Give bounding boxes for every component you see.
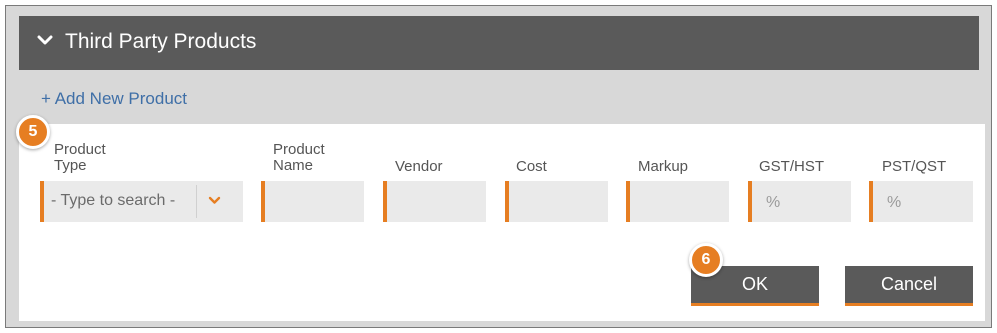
select-divider [196,185,197,218]
vendor-input[interactable] [383,181,486,222]
section-title: Third Party Products [65,30,257,53]
gst-hst-unit: % [766,194,781,211]
cancel-button[interactable]: Cancel [845,266,973,306]
section-header[interactable]: Third Party Products [19,16,979,70]
product-name-label: Product Name [273,141,325,174]
add-new-product-link[interactable]: + Add New Product [41,88,187,110]
cost-input[interactable] [505,181,608,222]
pst-qst-label: PST/QST [882,158,947,175]
new-product-form: Product Type Product Name Vendor Cost Ma… [19,124,985,321]
product-name-input[interactable] [261,181,364,222]
third-party-products-section: Third Party Products + Add New Product P… [5,5,992,328]
product-type-label: Product Type [54,141,106,174]
chevron-down-icon[interactable] [208,196,221,205]
chevron-down-icon[interactable] [37,35,53,45]
step-6-badge: 6 [689,243,723,277]
product-type-select[interactable]: - Type to search - [40,181,243,222]
markup-label: Markup [638,158,689,175]
markup-input[interactable] [626,181,729,222]
pst-qst-unit: % [887,194,902,211]
product-type-placeholder: - Type to search - [51,192,176,209]
cost-label: Cost [516,158,547,175]
pst-qst-input[interactable]: % [869,181,973,222]
vendor-label: Vendor [395,158,443,175]
step-5-badge: 5 [16,115,50,149]
gst-hst-input[interactable]: % [748,181,851,222]
gst-hst-label: GST/HST [759,158,825,175]
